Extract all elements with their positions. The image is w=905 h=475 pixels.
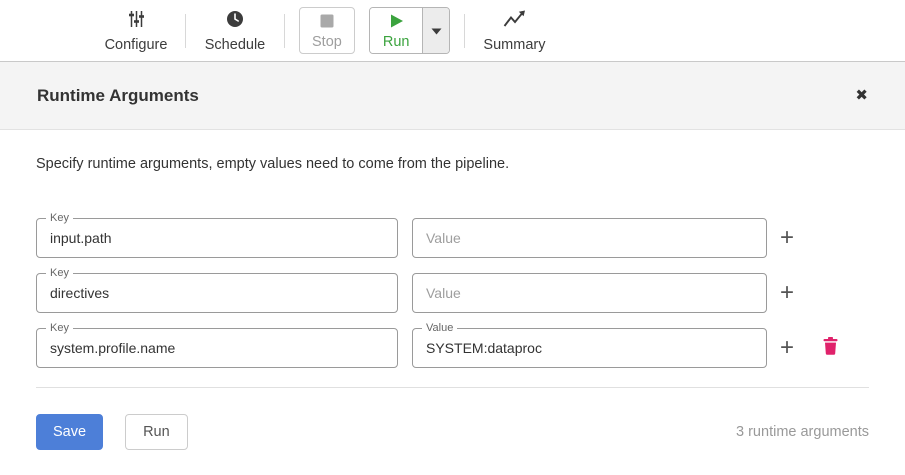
runtime-arg-row-2: Key + <box>36 273 869 313</box>
toolbar-divider <box>464 14 465 48</box>
delete-row-icon[interactable] <box>823 337 838 360</box>
runtime-arguments-header: Runtime Arguments ✖ <box>0 61 905 130</box>
page-title: Runtime Arguments <box>37 86 199 106</box>
description-text: Specify runtime arguments, empty values … <box>36 156 869 172</box>
caret-down-icon <box>431 22 442 40</box>
value-field <box>412 218 767 258</box>
schedule-label: Schedule <box>205 37 265 53</box>
runtime-arg-row-3: Key Value + <box>36 328 869 368</box>
key-floating-label: Key <box>46 212 73 225</box>
configure-button[interactable]: Configure <box>94 9 178 53</box>
run-button-footer[interactable]: Run <box>125 414 188 450</box>
key-field: Key <box>36 273 398 313</box>
play-icon <box>388 13 405 34</box>
toolbar-divider <box>185 14 186 48</box>
runtime-args-list: Key + Key + Key V <box>36 218 869 368</box>
run-button[interactable]: Run <box>370 8 423 53</box>
runtime-arg-row-1: Key + <box>36 218 869 258</box>
runtime-arguments-body: Specify runtime arguments, empty values … <box>0 130 905 450</box>
key-field: Key <box>36 328 398 368</box>
run-button-group: Run <box>369 7 451 54</box>
line-chart-icon <box>503 9 526 34</box>
key-input[interactable] <box>37 219 397 257</box>
stop-button[interactable]: Stop <box>299 7 355 54</box>
configure-sliders-icon <box>126 9 146 34</box>
close-icon[interactable]: ✖ <box>855 88 868 103</box>
summary-button[interactable]: Summary <box>472 9 556 53</box>
run-options-dropdown[interactable] <box>422 8 449 53</box>
stop-label: Stop <box>312 34 342 50</box>
schedule-button[interactable]: Schedule <box>193 9 277 53</box>
key-floating-label: Key <box>46 267 73 280</box>
value-field <box>412 273 767 313</box>
runtime-arguments-count: 3 runtime arguments <box>736 424 869 440</box>
run-label: Run <box>383 34 410 50</box>
value-input[interactable] <box>413 219 766 257</box>
key-field: Key <box>36 218 398 258</box>
key-floating-label: Key <box>46 322 73 335</box>
value-field: Value <box>412 328 767 368</box>
value-input[interactable] <box>413 274 766 312</box>
value-floating-label: Value <box>422 322 457 335</box>
key-input[interactable] <box>37 329 397 367</box>
add-row-icon[interactable]: + <box>779 336 795 360</box>
add-row-icon[interactable]: + <box>779 226 795 250</box>
summary-label: Summary <box>483 37 545 53</box>
stop-square-icon <box>319 13 335 34</box>
clock-icon <box>225 9 245 34</box>
footer-divider <box>36 387 869 388</box>
footer: Save Run 3 runtime arguments <box>36 414 869 450</box>
save-button[interactable]: Save <box>36 414 103 450</box>
pipeline-toolbar: Configure Schedule Stop Run <box>0 0 905 61</box>
configure-label: Configure <box>105 37 168 53</box>
add-row-icon[interactable]: + <box>779 281 795 305</box>
key-input[interactable] <box>37 274 397 312</box>
toolbar-divider <box>284 14 285 48</box>
value-input[interactable] <box>413 329 766 367</box>
